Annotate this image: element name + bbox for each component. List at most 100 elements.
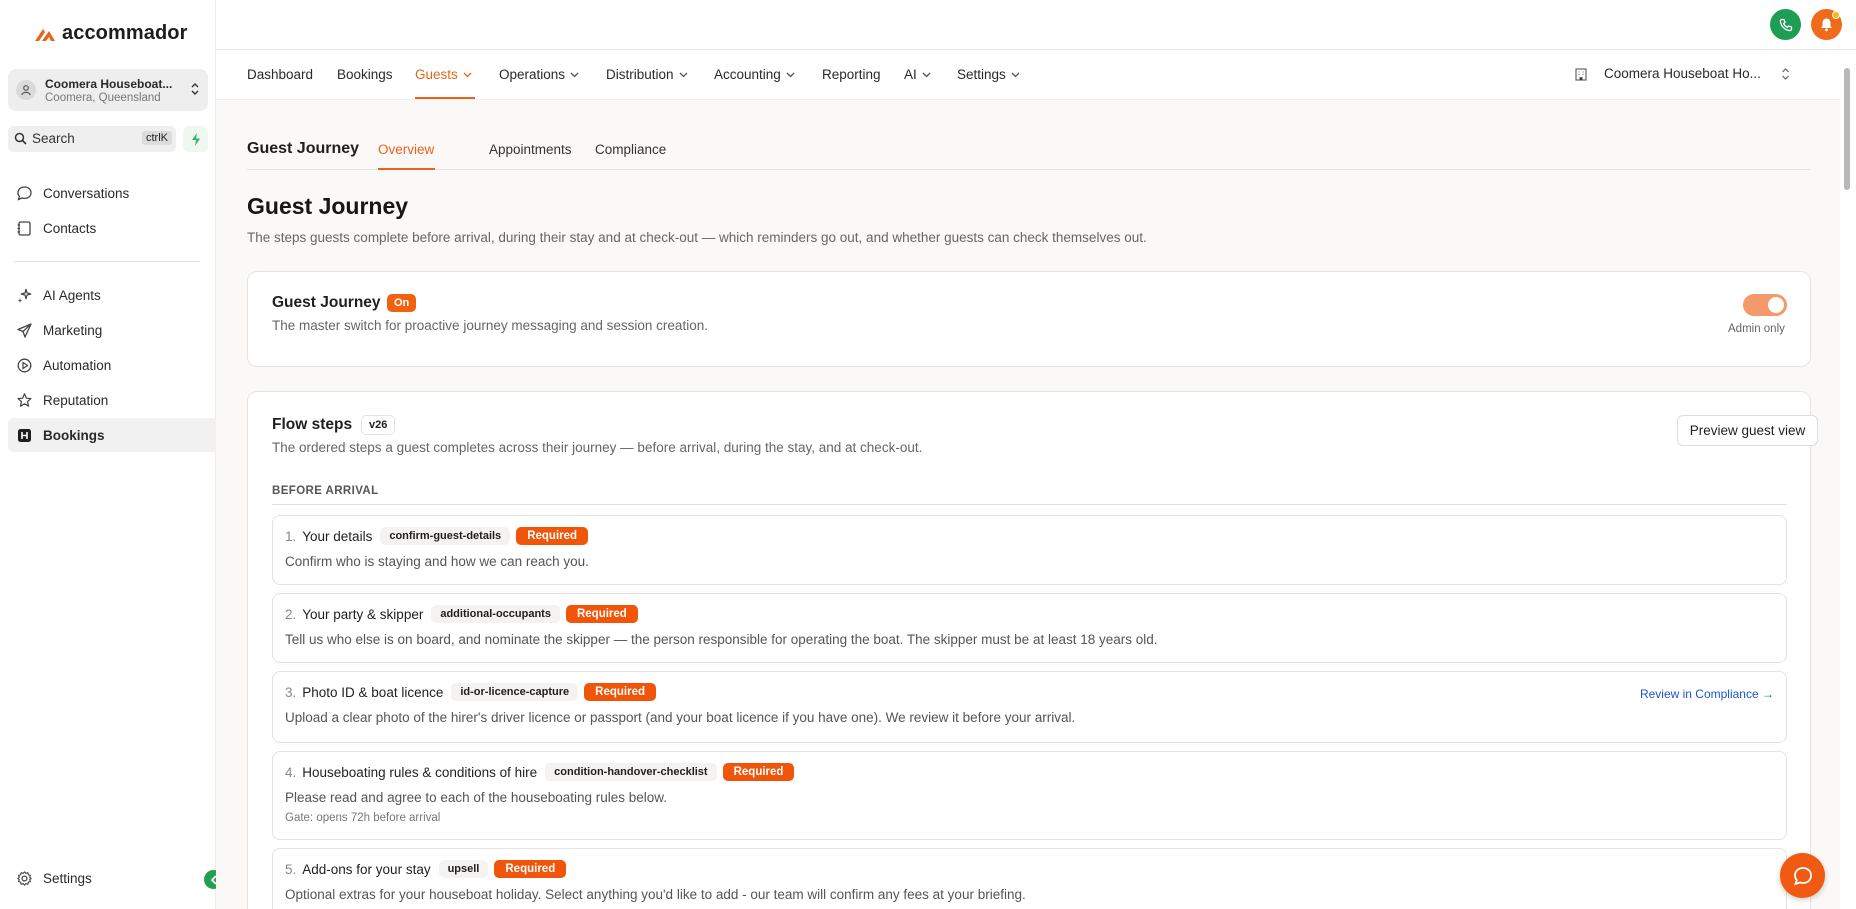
nav-reporting[interactable]: Reporting: [822, 67, 881, 82]
flow-step[interactable]: 5. Add-ons for your stay upsell Required…: [272, 848, 1787, 909]
card-title: Guest Journey: [272, 294, 381, 311]
step-description: Upload a clear photo of the hirer's driv…: [285, 710, 1076, 725]
search-icon: [14, 132, 27, 145]
nav-dashboard[interactable]: Dashboard: [247, 67, 313, 82]
step-key: condition-handover-checklist: [545, 763, 717, 781]
toggle-knob: [1768, 297, 1784, 313]
guest-journey-toggle[interactable]: [1743, 294, 1787, 316]
required-badge: Required: [494, 860, 567, 878]
preview-guest-view-button[interactable]: Preview guest view: [1677, 415, 1818, 446]
page-description: The steps guests complete before arrival…: [247, 230, 1147, 245]
review-in-compliance-link[interactable]: Review in Compliance →: [1640, 687, 1774, 701]
chevron-updown-icon: [191, 83, 199, 95]
flow-step[interactable]: 4. Houseboating rules & conditions of hi…: [272, 751, 1787, 840]
step-header: 1. Your details confirm-guest-details Re…: [285, 527, 589, 545]
automation-icon: [17, 358, 32, 372]
chevron-down-icon: [570, 72, 579, 77]
chevron-updown-icon: [1781, 67, 1789, 80]
logo[interactable]: accommador: [34, 22, 188, 45]
sidebar-item-reputation[interactable]: Reputation: [8, 383, 216, 417]
search-button[interactable]: Search ctrlK: [8, 126, 176, 152]
sidebar-divider: [14, 261, 200, 262]
step-header: 2. Your party & skipper additional-occup…: [285, 605, 638, 623]
phone-button[interactable]: [1770, 9, 1801, 40]
required-badge: Required: [584, 683, 657, 701]
section-title: Guest Journey: [247, 140, 360, 157]
nav-accounting[interactable]: Accounting: [714, 67, 795, 82]
tab-overview[interactable]: Overview: [378, 142, 434, 157]
org-switcher[interactable]: Coomera Houseboat... Coomera, Queensland: [8, 69, 208, 111]
sidebar-item-settings[interactable]: Settings: [8, 861, 216, 895]
scrollbar-thumb[interactable]: [1844, 68, 1850, 190]
main-nav: Dashboard Bookings Guests Operations Dis…: [216, 50, 1840, 100]
chevron-down-icon: [463, 72, 472, 77]
step-description: Confirm who is staying and how we can re…: [285, 554, 589, 569]
property-switcher[interactable]: Coomera Houseboat Ho...: [1574, 66, 1790, 81]
logo-mark-icon: [35, 28, 55, 41]
section-divider: [272, 504, 1787, 505]
sparkle-icon: [17, 288, 32, 303]
sidebar-item-contacts[interactable]: Contacts: [8, 211, 216, 245]
step-header: 4. Houseboating rules & conditions of hi…: [285, 763, 795, 781]
sidebar-item-label: Bookings: [43, 427, 105, 443]
org-location: Coomera, Queensland: [45, 92, 161, 104]
nav-distribution[interactable]: Distribution: [606, 67, 688, 82]
sidebar-item-conversations[interactable]: Conversations: [8, 176, 216, 210]
tab-compliance[interactable]: Compliance: [595, 142, 666, 157]
notifications-button[interactable]: [1811, 9, 1842, 40]
building-icon: [1575, 67, 1587, 81]
address-book-icon: [17, 220, 31, 236]
nav-guests[interactable]: Guests: [415, 67, 472, 82]
nav-bookings[interactable]: Bookings: [337, 67, 393, 82]
flow-step[interactable]: 3. Photo ID & boat licence id-or-licence…: [272, 671, 1787, 743]
flow-step[interactable]: 1. Your details confirm-guest-details Re…: [272, 515, 1787, 585]
org-name: Coomera Houseboat...: [45, 77, 173, 91]
sidebar-item-marketing[interactable]: Marketing: [8, 313, 216, 347]
tab-appointments[interactable]: Appointments: [489, 142, 572, 157]
step-number: 4.: [285, 764, 297, 780]
sidebar-item-automation[interactable]: Automation: [8, 348, 216, 382]
nav-active-indicator: [415, 97, 475, 99]
card-description: The ordered steps a guest completes acro…: [272, 440, 923, 455]
step-number: 5.: [285, 861, 297, 877]
guest-journey-card: Guest Journey On The master switch for p…: [247, 271, 1811, 367]
chat-button[interactable]: [1780, 853, 1825, 898]
nav-ai[interactable]: AI: [904, 67, 931, 82]
sidebar-item-ai-agents[interactable]: AI Agents: [8, 278, 216, 312]
step-key: confirm-guest-details: [380, 527, 511, 545]
step-number: 2.: [285, 606, 297, 622]
nav-label: Reporting: [822, 67, 881, 82]
sidebar-item-label: Contacts: [43, 220, 97, 236]
admin-only-note: Admin only: [1728, 323, 1785, 335]
logo-text: accommador: [62, 22, 188, 44]
nav-label: Guests: [415, 67, 458, 82]
chat-bubble-icon: [17, 185, 32, 201]
tab-active-indicator: [378, 168, 435, 170]
sidebar-item-label: AI Agents: [43, 287, 101, 303]
sub-tabs: Guest Journey Overview Appointments Comp…: [247, 136, 1811, 170]
sidebar-item-label: Reputation: [43, 392, 109, 408]
step-number: 1.: [285, 528, 297, 544]
sidebar-item-bookings[interactable]: Bookings: [8, 418, 216, 452]
step-gate: Gate: opens 72h before arrival: [285, 812, 441, 824]
flow-step[interactable]: 2. Your party & skipper additional-occup…: [272, 593, 1787, 663]
nav-settings[interactable]: Settings: [957, 67, 1020, 82]
card-title: Flow steps: [272, 416, 353, 433]
chevron-down-icon: [1011, 72, 1020, 77]
chat-icon: [1793, 866, 1812, 885]
step-number: 3.: [285, 684, 297, 700]
step-header: 3. Photo ID & boat licence id-or-licence…: [285, 683, 657, 701]
sidebar-item-label: Automation: [43, 357, 112, 373]
step-name: Houseboating rules & conditions of hire: [302, 764, 538, 780]
quick-action-button[interactable]: [183, 126, 208, 152]
step-key: id-or-licence-capture: [451, 683, 579, 701]
sidebar-item-label: Marketing: [43, 322, 103, 338]
chevron-down-icon: [786, 72, 795, 77]
nav-operations[interactable]: Operations: [499, 67, 579, 82]
version-badge: v26: [361, 415, 396, 435]
gear-icon: [17, 870, 32, 886]
page-scrollbar[interactable]: [1842, 56, 1852, 909]
required-badge: Required: [565, 605, 638, 623]
sidebar-item-label: Conversations: [43, 185, 130, 201]
step-header: 5. Add-ons for your stay upsell Required: [285, 860, 567, 878]
